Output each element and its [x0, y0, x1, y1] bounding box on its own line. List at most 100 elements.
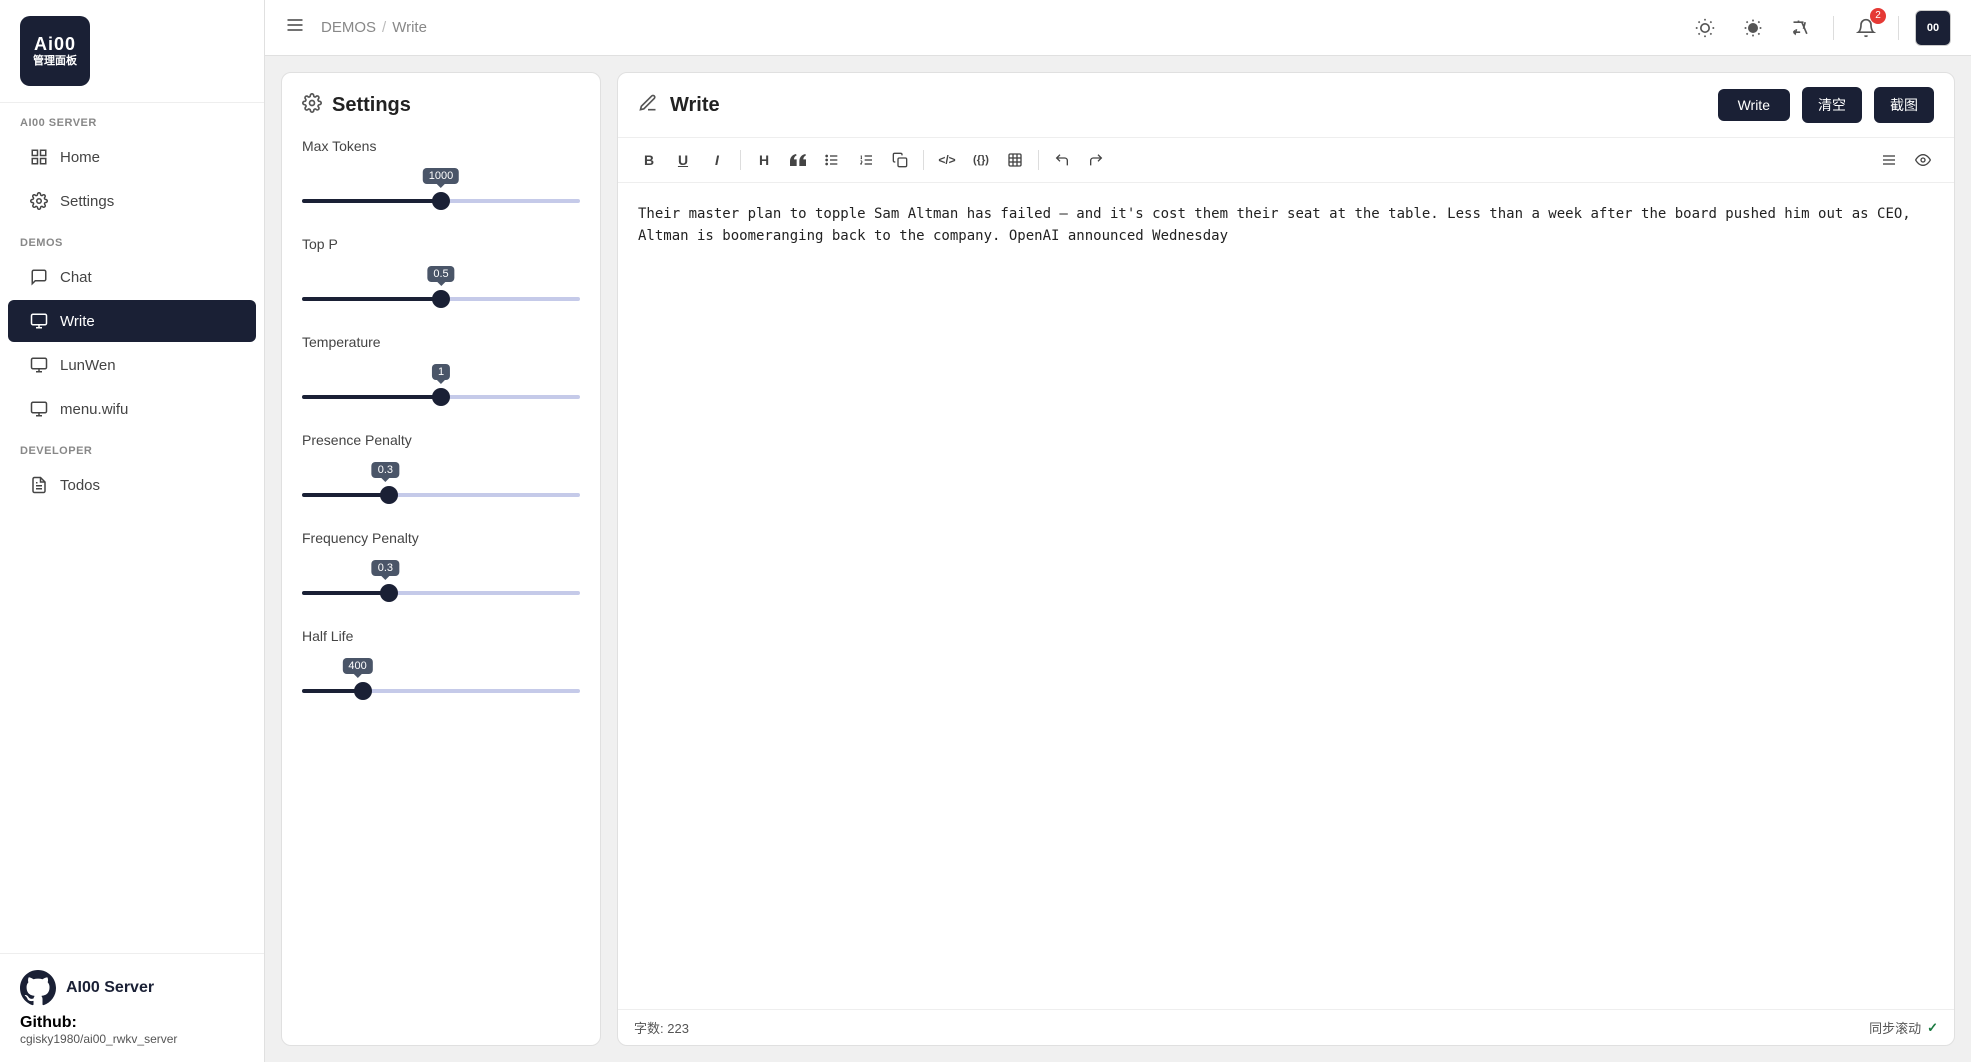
- sidebar-item-label-write: Write: [60, 313, 95, 330]
- inline-code-button[interactable]: ({}): [966, 146, 996, 174]
- logo-box: Ai00 管理面板: [20, 16, 90, 86]
- notifications-button[interactable]: 2: [1850, 12, 1882, 44]
- slider-label-half-life: Half Life: [302, 628, 580, 644]
- table-button[interactable]: [1000, 146, 1030, 174]
- screenshot-button[interactable]: 截图: [1874, 87, 1934, 123]
- breadcrumb-root: DEMOS: [321, 19, 376, 36]
- quote-button[interactable]: [783, 146, 813, 174]
- slider-input-max-tokens[interactable]: [302, 199, 580, 203]
- chat-icon: [28, 266, 50, 288]
- topbar-divider: [1833, 16, 1834, 40]
- logo-bottom: 管理面板: [33, 55, 77, 68]
- write-button[interactable]: Write: [1718, 89, 1790, 121]
- content-area: Settings Max Tokens 1000 Top P 0.5: [265, 56, 1971, 1062]
- sidebar-item-write[interactable]: Write: [8, 300, 256, 342]
- github-link[interactable]: cgisky1980/ai00_rwkv_server: [20, 1032, 244, 1046]
- slider-label-frequency-penalty: Frequency Penalty: [302, 530, 580, 546]
- section-label-demos: DEMOS: [0, 223, 264, 255]
- undo-button[interactable]: [1047, 146, 1077, 174]
- slider-label-presence-penalty: Presence Penalty: [302, 432, 580, 448]
- todos-icon: [28, 474, 50, 496]
- copy-button[interactable]: [885, 146, 915, 174]
- section-label-server: AI00 SERVER: [0, 103, 264, 135]
- settings-panel: Settings Max Tokens 1000 Top P 0.5: [281, 72, 601, 1046]
- slider-input-half-life[interactable]: [302, 689, 580, 693]
- preview-button[interactable]: [1908, 146, 1938, 174]
- translate-icon-button[interactable]: [1785, 12, 1817, 44]
- sidebar-item-label-chat: Chat: [60, 269, 92, 286]
- slider-temperature: Temperature 1: [302, 334, 580, 404]
- breadcrumb-current: Write: [392, 19, 427, 36]
- italic-button[interactable]: I: [702, 146, 732, 174]
- slider-value-frequency-penalty: 0.3: [372, 560, 399, 576]
- write-icon: [28, 310, 50, 332]
- editor-content: Their master plan to topple Sam Altman h…: [638, 203, 1934, 248]
- slider-wrapper-frequency-penalty: 0.3: [302, 560, 580, 600]
- slider-value-top-p: 0.5: [427, 266, 454, 282]
- underline-button[interactable]: U: [668, 146, 698, 174]
- bold-button[interactable]: B: [634, 146, 664, 174]
- sidebar-item-chat[interactable]: Chat: [8, 256, 256, 298]
- sidebar-item-label-menuwifu: menu.wifu: [60, 401, 128, 418]
- toolbar-divider-3: [1038, 150, 1039, 170]
- sidebar-item-home[interactable]: Home: [8, 136, 256, 178]
- bullet-list-button[interactable]: [817, 146, 847, 174]
- settings-icon: [28, 190, 50, 212]
- write-footer: 字数: 223 同步滚动 ✓: [618, 1009, 1954, 1045]
- sync-scroll-toggle[interactable]: 同步滚动 ✓: [1869, 1018, 1938, 1037]
- slider-input-presence-penalty[interactable]: [302, 493, 580, 497]
- user-avatar[interactable]: 00: [1915, 10, 1951, 46]
- slider-wrapper-presence-penalty: 0.3: [302, 462, 580, 502]
- slider-frequency-penalty: Frequency Penalty 0.3: [302, 530, 580, 600]
- topbar-divider-2: [1898, 16, 1899, 40]
- slider-wrapper-max-tokens: 1000: [302, 168, 580, 208]
- slider-wrapper-top-p: 0.5: [302, 266, 580, 306]
- sidebar-item-menuwifu[interactable]: menu.wifu: [8, 388, 256, 430]
- section-label-developer: DEVELOPER: [0, 431, 264, 463]
- slider-wrapper-temperature: 1: [302, 364, 580, 404]
- word-count-area: 字数: 223: [634, 1018, 689, 1037]
- numbered-list-button[interactable]: [851, 146, 881, 174]
- main: DEMOS / Write: [265, 0, 1971, 1062]
- topbar-icons: 2 00: [1689, 10, 1951, 46]
- hamburger-icon[interactable]: [285, 15, 305, 40]
- settings-title: Settings: [332, 94, 411, 117]
- slider-value-max-tokens: 1000: [423, 168, 459, 184]
- slider-label-top-p: Top P: [302, 236, 580, 252]
- redo-button[interactable]: [1081, 146, 1111, 174]
- editor-area[interactable]: Their master plan to topple Sam Altman h…: [618, 183, 1954, 1009]
- slider-half-life: Half Life 400: [302, 628, 580, 698]
- slider-presence-penalty: Presence Penalty 0.3: [302, 432, 580, 502]
- slider-label-max-tokens: Max Tokens: [302, 138, 580, 154]
- theme-toggle-button[interactable]: [1689, 12, 1721, 44]
- slider-input-temperature[interactable]: [302, 395, 580, 399]
- notification-badge: 2: [1870, 8, 1886, 24]
- github-icon: [20, 970, 56, 1006]
- clear-button[interactable]: 清空: [1802, 87, 1862, 123]
- sidebar-item-lunwen[interactable]: LunWen: [8, 344, 256, 386]
- sidebar-logo: Ai00 管理面板: [0, 0, 264, 103]
- breadcrumb-separator: /: [382, 19, 386, 36]
- slider-value-half-life: 400: [342, 658, 372, 674]
- sidebar-item-settings[interactable]: Settings: [8, 180, 256, 222]
- toolbar-divider-1: [740, 150, 741, 170]
- sidebar-item-todos[interactable]: Todos: [8, 464, 256, 506]
- brightness-icon-button[interactable]: [1737, 12, 1769, 44]
- code-block-button[interactable]: </>: [932, 146, 962, 174]
- menuwifu-icon: [28, 398, 50, 420]
- slider-input-frequency-penalty[interactable]: [302, 591, 580, 595]
- lunwen-icon: [28, 354, 50, 376]
- settings-gear-icon: [302, 93, 322, 118]
- logo-top: Ai00: [34, 34, 76, 56]
- heading-button[interactable]: H: [749, 146, 779, 174]
- slider-value-temperature: 1: [432, 364, 450, 380]
- sidebar-footer: AI00 Server Github: cgisky1980/ai00_rwkv…: [0, 953, 264, 1062]
- slider-top-p: Top P 0.5: [302, 236, 580, 306]
- write-header-icon: [638, 93, 658, 118]
- sidebar-item-label-lunwen: LunWen: [60, 357, 116, 374]
- slider-input-top-p[interactable]: [302, 297, 580, 301]
- source-view-button[interactable]: [1874, 146, 1904, 174]
- write-panel: Write Write 清空 截图 B U I H: [617, 72, 1955, 1046]
- write-title: Write: [670, 94, 1706, 117]
- github-label-text: Github:: [20, 1014, 244, 1032]
